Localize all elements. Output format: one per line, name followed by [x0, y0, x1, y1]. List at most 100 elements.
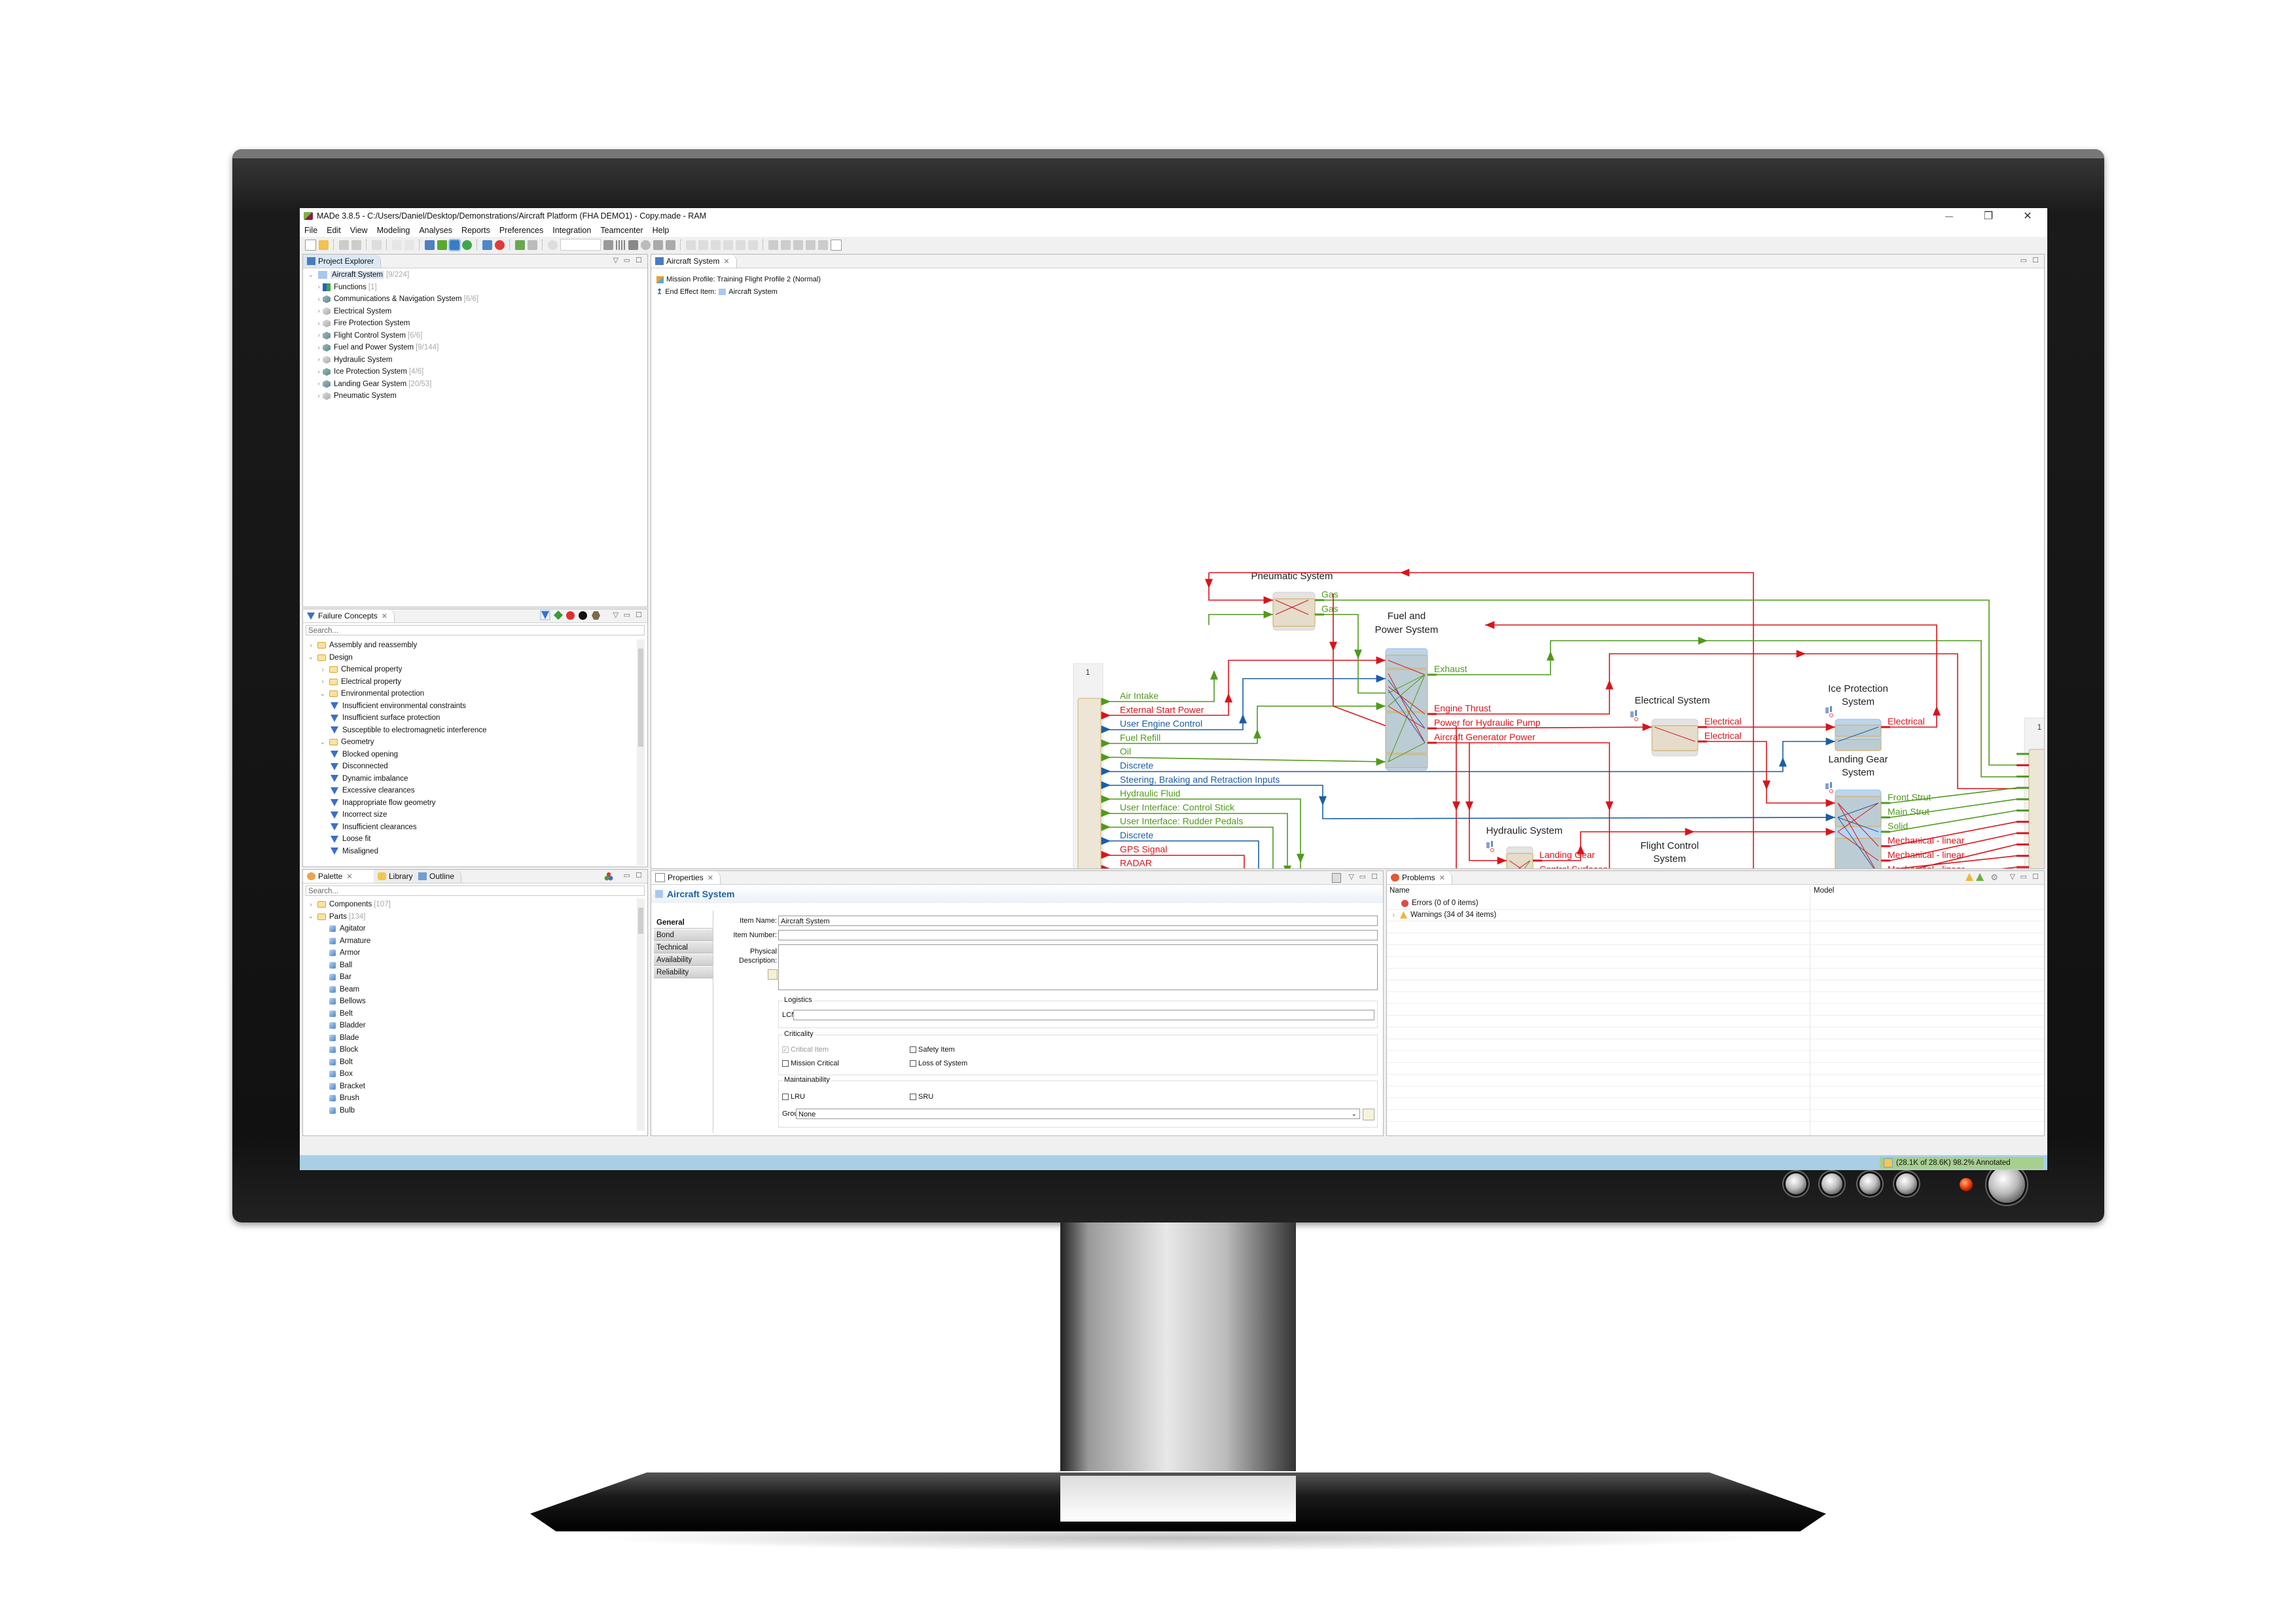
out-block-body[interactable] [2028, 749, 2044, 868]
palette-part-item[interactable]: Armature [303, 935, 647, 948]
palette-part-item[interactable]: Ball [303, 959, 647, 972]
menu-edit[interactable]: Edit [322, 226, 346, 235]
failure-concept-item[interactable]: Insufficient clearances [303, 821, 647, 834]
failure-concept-item[interactable]: Loose fit [303, 833, 647, 846]
tab-failure-concepts[interactable]: Failure Concepts ✕ [303, 609, 395, 622]
failure-concept-item[interactable]: Incorrect size [303, 809, 647, 821]
palette-part-item[interactable]: Bar [303, 971, 647, 984]
tree-item-fire-protection-system[interactable]: › Fire Protection System [303, 317, 647, 330]
failure-category-geometry[interactable]: ⌄ Geometry [303, 736, 647, 749]
menu-analyses[interactable]: Analyses [414, 226, 457, 235]
close-tab-icon[interactable]: ✕ [1439, 874, 1445, 882]
monitor-button-4[interactable] [1896, 1173, 1917, 1194]
loop-icon[interactable] [806, 240, 816, 250]
chevron-right-icon[interactable]: › [1390, 912, 1397, 919]
chevron-down-icon[interactable]: ⌄ [307, 654, 315, 661]
menu-preferences[interactable]: Preferences [495, 226, 548, 235]
back-icon[interactable] [793, 240, 803, 250]
properties-tab-reliability[interactable]: Reliability [654, 967, 713, 978]
tree-item-flight-control-system[interactable]: › Flight Control System [6/6] [303, 330, 647, 342]
properties-tab-bond[interactable]: Bond [654, 929, 713, 941]
close-tab-icon[interactable]: ✕ [723, 257, 729, 266]
landing-gear-system-block-segment[interactable] [1835, 796, 1882, 827]
tab-outline[interactable]: Outline [414, 870, 462, 883]
save-icon[interactable] [339, 240, 349, 250]
chevron-right-icon[interactable]: › [319, 666, 327, 673]
filter-no-entry-icon[interactable] [566, 611, 575, 620]
chevron-down-icon[interactable]: ⌄ [319, 690, 327, 698]
ice-protection-system-block-segment[interactable] [1835, 739, 1882, 751]
palette-part-item[interactable]: Armor [303, 947, 647, 959]
flow-connector[interactable] [1208, 614, 1273, 625]
edit-description-icon[interactable] [768, 969, 778, 980]
open-folder-icon[interactable] [319, 240, 329, 250]
end-effect-icon[interactable] [723, 240, 733, 250]
chart-icon[interactable] [437, 240, 447, 250]
tag-icon[interactable] [528, 240, 537, 250]
scrollbar-thumb[interactable] [638, 649, 643, 747]
chevron-down-icon[interactable]: ⌄ [307, 272, 315, 279]
eraser-icon[interactable] [748, 240, 758, 250]
failure-concepts-search-input[interactable]: Search... [306, 625, 645, 635]
properties-tab-general[interactable]: General [654, 917, 713, 929]
failure-concept-item[interactable]: Disconnected [303, 760, 647, 773]
failure-category-environmental-protection[interactable]: ⌄ Environmental protection [303, 688, 647, 700]
system-link-icon[interactable] [1825, 783, 1829, 789]
power-button[interactable] [1988, 1166, 2025, 1203]
critical-item-checkbox[interactable]: ✓ Critical Item [782, 1046, 829, 1054]
failure-concepts-scrollbar[interactable] [637, 639, 645, 865]
warning-green-icon[interactable] [1976, 873, 1984, 881]
failure-concept-item[interactable]: Insufficient surface protection [303, 712, 647, 724]
report-icon[interactable] [482, 240, 492, 250]
window-icon[interactable] [831, 239, 842, 251]
tree-item-aircraft-system[interactable]: ⌄ Aircraft System [9/224] [303, 269, 647, 281]
chevron-right-icon[interactable]: › [315, 283, 323, 291]
close-tab-icon[interactable]: ✕ [382, 612, 387, 620]
chevron-right-icon[interactable]: › [315, 380, 323, 387]
arrow-down-icon[interactable] [686, 240, 696, 250]
failure-category-electrical-property[interactable]: › Electrical property [303, 676, 647, 688]
chevron-right-icon[interactable]: › [307, 901, 315, 908]
camera-icon[interactable] [603, 240, 613, 250]
filter-black-circle-icon[interactable] [579, 611, 587, 620]
flow-connector[interactable] [1105, 855, 1508, 868]
chevron-right-icon[interactable]: › [315, 368, 323, 376]
failure-concept-item[interactable]: Excessive clearances [303, 785, 647, 797]
lcn-input[interactable] [793, 1010, 1374, 1020]
close-tab-icon[interactable]: ✕ [708, 874, 713, 882]
failure-concept-item[interactable]: Misaligned [303, 846, 647, 858]
maximize-view-icon[interactable]: ☐ [636, 256, 642, 264]
group-select[interactable]: None ⌄ [796, 1109, 1360, 1119]
minimize-button[interactable]: — [1929, 208, 1969, 224]
palette-part-item[interactable]: Bellows [303, 995, 647, 1008]
chevron-right-icon[interactable]: › [315, 332, 323, 339]
tree-item-ice-protection-system[interactable]: › Ice Protection System [4/6] [303, 366, 647, 378]
tree-item-communications-navigation-system[interactable]: › Communications & Navigation System [6/6] [303, 293, 647, 306]
chevron-right-icon[interactable]: › [315, 320, 323, 327]
play-icon[interactable] [768, 240, 778, 250]
chevron-right-icon[interactable]: › [315, 308, 323, 315]
settings-gear-icon[interactable]: ⚙ [1990, 872, 1998, 883]
minimize-view-icon[interactable]: ▭ [624, 256, 630, 264]
item-number-input[interactable] [778, 930, 1378, 940]
column-header-model[interactable]: Model [1814, 887, 1834, 895]
palette-group-parts[interactable]: ⌄ Parts [134] [303, 911, 647, 923]
tab-palette[interactable]: Palette ✕ [303, 870, 380, 883]
chevron-right-icon[interactable]: › [315, 296, 323, 303]
failure-category-design[interactable]: ⌄ Design [303, 652, 647, 664]
electrical-system-block-segment[interactable] [1651, 725, 1698, 751]
matrix-icon[interactable] [736, 240, 745, 250]
monitor-button-3[interactable] [1859, 1173, 1880, 1194]
problems-row-warnings[interactable]: › Warnings (34 of 34 items) [1387, 909, 2044, 921]
tree-item-electrical-system[interactable]: › Electrical System [303, 306, 647, 318]
flow-connector[interactable] [1105, 840, 1858, 868]
flow-k-icon[interactable] [711, 240, 721, 250]
palette-scrollbar[interactable] [637, 899, 645, 1131]
minimize-view-icon[interactable]: ▭ [2020, 872, 2027, 881]
view-menu-icon[interactable]: ▽ [613, 611, 619, 619]
palette-part-item[interactable]: Agitator [303, 923, 647, 935]
filter-failure-mode-icon[interactable] [540, 610, 550, 620]
failure-concept-item[interactable]: Dynamic imbalance [303, 773, 647, 785]
palette-part-item[interactable]: Blade [303, 1032, 647, 1044]
monitor-button-1[interactable] [1785, 1173, 1806, 1194]
